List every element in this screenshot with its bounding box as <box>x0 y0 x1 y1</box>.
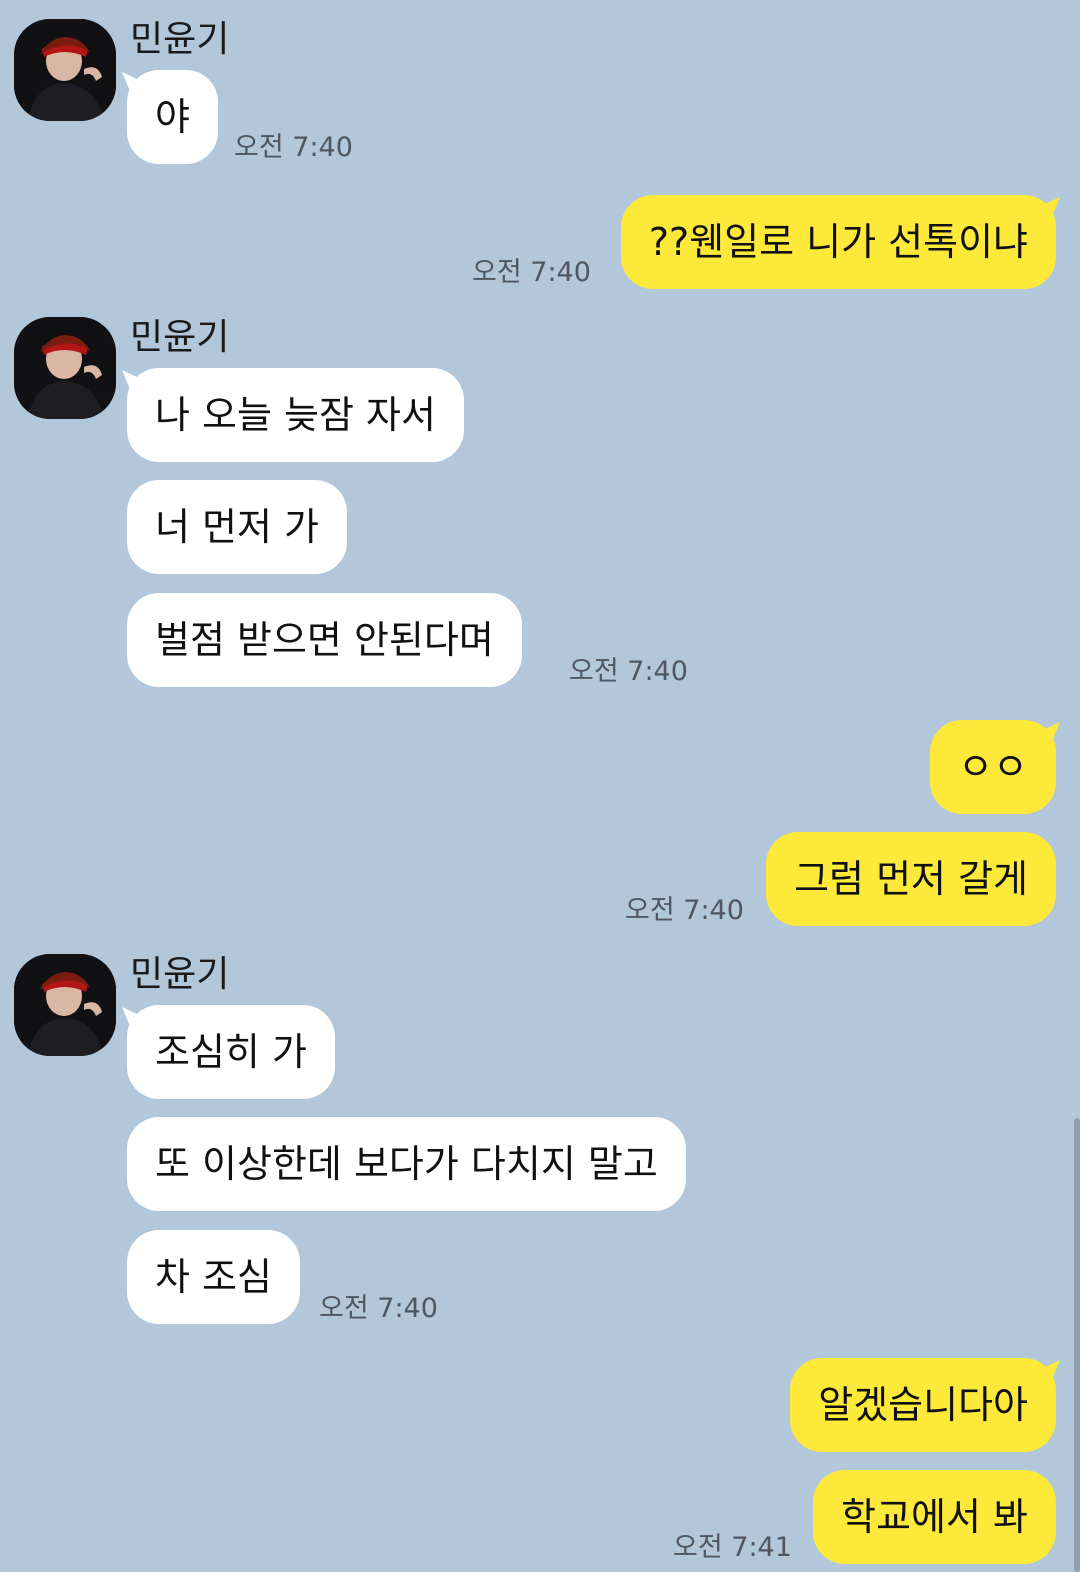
message-timestamp: 오전 7:40 <box>472 257 591 288</box>
sender-name: 민윤기 <box>130 954 230 995</box>
avatar[interactable] <box>14 317 116 419</box>
scrollbar[interactable] <box>1074 1118 1080 1572</box>
sender-name: 민윤기 <box>130 317 230 358</box>
message-bubble[interactable]: 나 오늘 늦잠 자서 <box>127 368 464 462</box>
message-timestamp: 오전 7:40 <box>569 656 688 687</box>
message-bubble[interactable]: 학교에서 봐 <box>813 1470 1056 1564</box>
avatar[interactable] <box>14 19 116 121</box>
message-bubble[interactable]: 그럼 먼저 갈게 <box>766 832 1056 926</box>
message-timestamp: 오전 7:41 <box>673 1532 792 1563</box>
message-bubble[interactable]: 벌점 받으면 안된다며 <box>127 593 522 687</box>
message-timestamp: 오전 7:40 <box>625 895 744 926</box>
message-bubble[interactable]: ??웬일로 니가 선톡이냐 <box>620 195 1056 289</box>
message-bubble[interactable]: 차 조심 <box>127 1230 300 1324</box>
message-bubble[interactable]: 또 이상한데 보다가 다치지 말고 <box>127 1117 686 1211</box>
message-bubble[interactable]: ㅇㅇ <box>930 720 1056 814</box>
sender-name: 민윤기 <box>130 19 230 60</box>
profile-photo-icon <box>14 19 116 121</box>
message-bubble[interactable]: 조심히 가 <box>127 1005 335 1099</box>
message-bubble[interactable]: 야 <box>127 70 218 164</box>
profile-photo-icon <box>14 317 116 419</box>
message-timestamp: 오전 7:40 <box>319 1293 438 1324</box>
message-bubble[interactable]: 너 먼저 가 <box>127 480 347 574</box>
avatar[interactable] <box>14 954 116 1056</box>
profile-photo-icon <box>14 954 116 1056</box>
message-timestamp: 오전 7:40 <box>234 132 353 163</box>
message-bubble[interactable]: 알겠습니다아 <box>790 1358 1056 1452</box>
